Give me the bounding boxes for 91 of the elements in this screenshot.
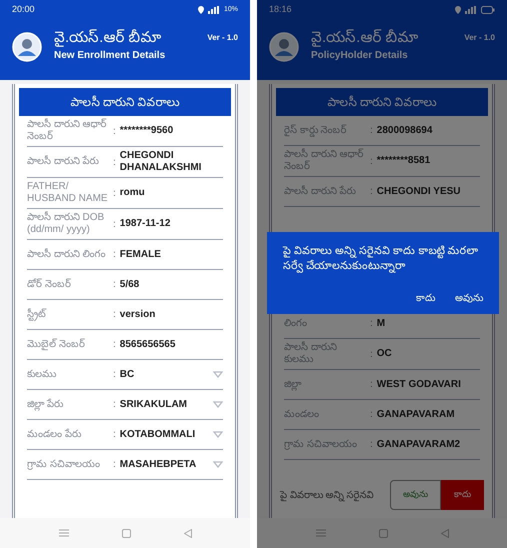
- app-title: వై.యస్.ఆర్ బీమా: [311, 28, 420, 48]
- back-icon[interactable]: [440, 528, 448, 538]
- field-value: WEST GODAVARI: [376, 378, 462, 390]
- field-label: రైస్ కార్డు నెంబర్: [284, 124, 348, 136]
- field-label: మండలం పేరు: [27, 428, 82, 440]
- battery-icon: [481, 6, 495, 14]
- colon-separator: :: [112, 124, 117, 138]
- menu-icon[interactable]: [316, 529, 326, 537]
- field-label: గ్రామ సచివాలయం: [284, 438, 358, 450]
- field-label: పాలసీ దారుని ఆధార్ నెంబర్: [27, 119, 108, 143]
- version-label: Ver - 1.0: [207, 32, 238, 44]
- field-value: SRIKAKULAM: [120, 398, 188, 410]
- field-label: జిల్లా పేరు: [27, 398, 64, 410]
- version-label: Ver - 1.0: [464, 32, 495, 44]
- colon-separator: :: [369, 124, 374, 138]
- colon-separator: :: [112, 156, 117, 170]
- colon-separator: :: [369, 317, 374, 331]
- status-time: 18:16: [269, 3, 292, 16]
- field-value: 1987-11-12: [120, 218, 172, 230]
- colon-separator: :: [369, 154, 374, 168]
- field-label: లింగం: [284, 318, 308, 330]
- field-label: పాలసీ దారుని కులము: [284, 342, 338, 366]
- field-value: romu: [120, 187, 146, 199]
- screen-subtitle: New Enrollment Details: [54, 49, 166, 63]
- signal-icon: [208, 6, 220, 14]
- field-value: M: [376, 318, 386, 330]
- field-value: FEMALE: [120, 248, 162, 260]
- dropdown-icon[interactable]: [213, 401, 223, 408]
- colon-separator: :: [112, 186, 117, 200]
- field-label: కులము: [27, 368, 57, 380]
- home-icon[interactable]: [122, 528, 130, 538]
- location-icon: [455, 6, 461, 14]
- field-label: పాలసీ దారుని లింగం: [27, 248, 107, 260]
- dropdown-icon[interactable]: [213, 371, 223, 378]
- field-value: version: [120, 308, 156, 320]
- colon-separator: :: [112, 368, 117, 382]
- screen-subtitle: PolicyHolder Details: [311, 49, 409, 63]
- field-value: GANAPAVARAM2: [376, 438, 462, 450]
- field-label: పాలసీ దారుని పేరు: [27, 156, 100, 168]
- field-value: ********8581: [376, 155, 432, 167]
- colon-separator: :: [369, 378, 374, 392]
- colon-separator: :: [369, 348, 374, 362]
- card-title: పాలసీ దారుని వివరాలు: [328, 94, 436, 111]
- colon-separator: :: [112, 218, 117, 232]
- field-label: మండలం: [284, 408, 320, 420]
- logo-icon: [12, 32, 42, 62]
- home-icon[interactable]: [378, 528, 388, 538]
- menu-icon[interactable]: [58, 529, 68, 537]
- colon-separator: :: [112, 338, 117, 352]
- field-label: స్ట్రీట్: [27, 308, 48, 320]
- colon-separator: :: [112, 428, 117, 442]
- colon-separator: :: [369, 408, 374, 422]
- dropdown-icon[interactable]: [213, 431, 223, 438]
- app-title: వై.యస్.ఆర్ బీమా: [54, 28, 163, 48]
- logo-icon: [269, 32, 299, 62]
- field-value: OC: [376, 348, 393, 360]
- colon-separator: :: [112, 308, 117, 322]
- field-value: 2800098694: [376, 124, 434, 136]
- back-icon[interactable]: [184, 528, 192, 538]
- dropdown-icon[interactable]: [213, 461, 223, 468]
- dialog-button[interactable]: కాదు: [416, 291, 435, 306]
- status-time: 20:00: [12, 3, 35, 16]
- field-value: GANAPAVARAM: [376, 408, 456, 420]
- colon-separator: :: [112, 278, 117, 292]
- field-label: FATHER/ HUSBAND NAME: [27, 181, 109, 205]
- field-label: పాలసీ దారుని DOB (dd/mm/ yyyy): [27, 212, 106, 236]
- field-label: గ్రామ సచివాలయం: [27, 458, 101, 470]
- colon-separator: :: [112, 398, 117, 412]
- confirm-question: పై వివరాలు అన్ని సరైనవి: [280, 488, 374, 502]
- field-label: డోర్ నెంబర్: [27, 278, 72, 290]
- field-label: పాలసీ దారుని ఆధార్ నెంబర్: [284, 149, 365, 173]
- field-value: MASAHEBPETA: [120, 458, 198, 470]
- field-label: పాలసీ దారుని పేరు: [284, 186, 357, 198]
- colon-separator: :: [112, 458, 117, 472]
- signal-icon: [465, 6, 477, 14]
- colon-separator: :: [112, 248, 117, 262]
- colon-separator: :: [369, 438, 374, 452]
- field-value: 8565656565: [120, 338, 176, 350]
- dialog-message: పై వివరాలు అన్ని సరైనవి కాదు కాబట్టి మరలా సర్వే చేయాలనుకుంటున్నారా: [283, 244, 480, 274]
- card-title: పాలసీ దారుని వివరాలు: [70, 94, 180, 111]
- field-value: KOTABOMMALI: [120, 428, 196, 440]
- field-label: జిల్లా: [284, 378, 302, 390]
- field-value: 5/68: [120, 278, 140, 290]
- field-value: CHEGONDI DHANALAKSHMI: [120, 150, 202, 174]
- dialog-button[interactable]: అవును: [455, 291, 483, 306]
- location-icon: [198, 6, 204, 14]
- field-value: ********9560: [120, 125, 174, 137]
- field-value: CHEGONDI YESU: [376, 186, 462, 198]
- colon-separator: :: [369, 185, 374, 199]
- field-label: మొబైల్ నెంబర్: [27, 338, 86, 350]
- field-value: BC: [120, 368, 136, 380]
